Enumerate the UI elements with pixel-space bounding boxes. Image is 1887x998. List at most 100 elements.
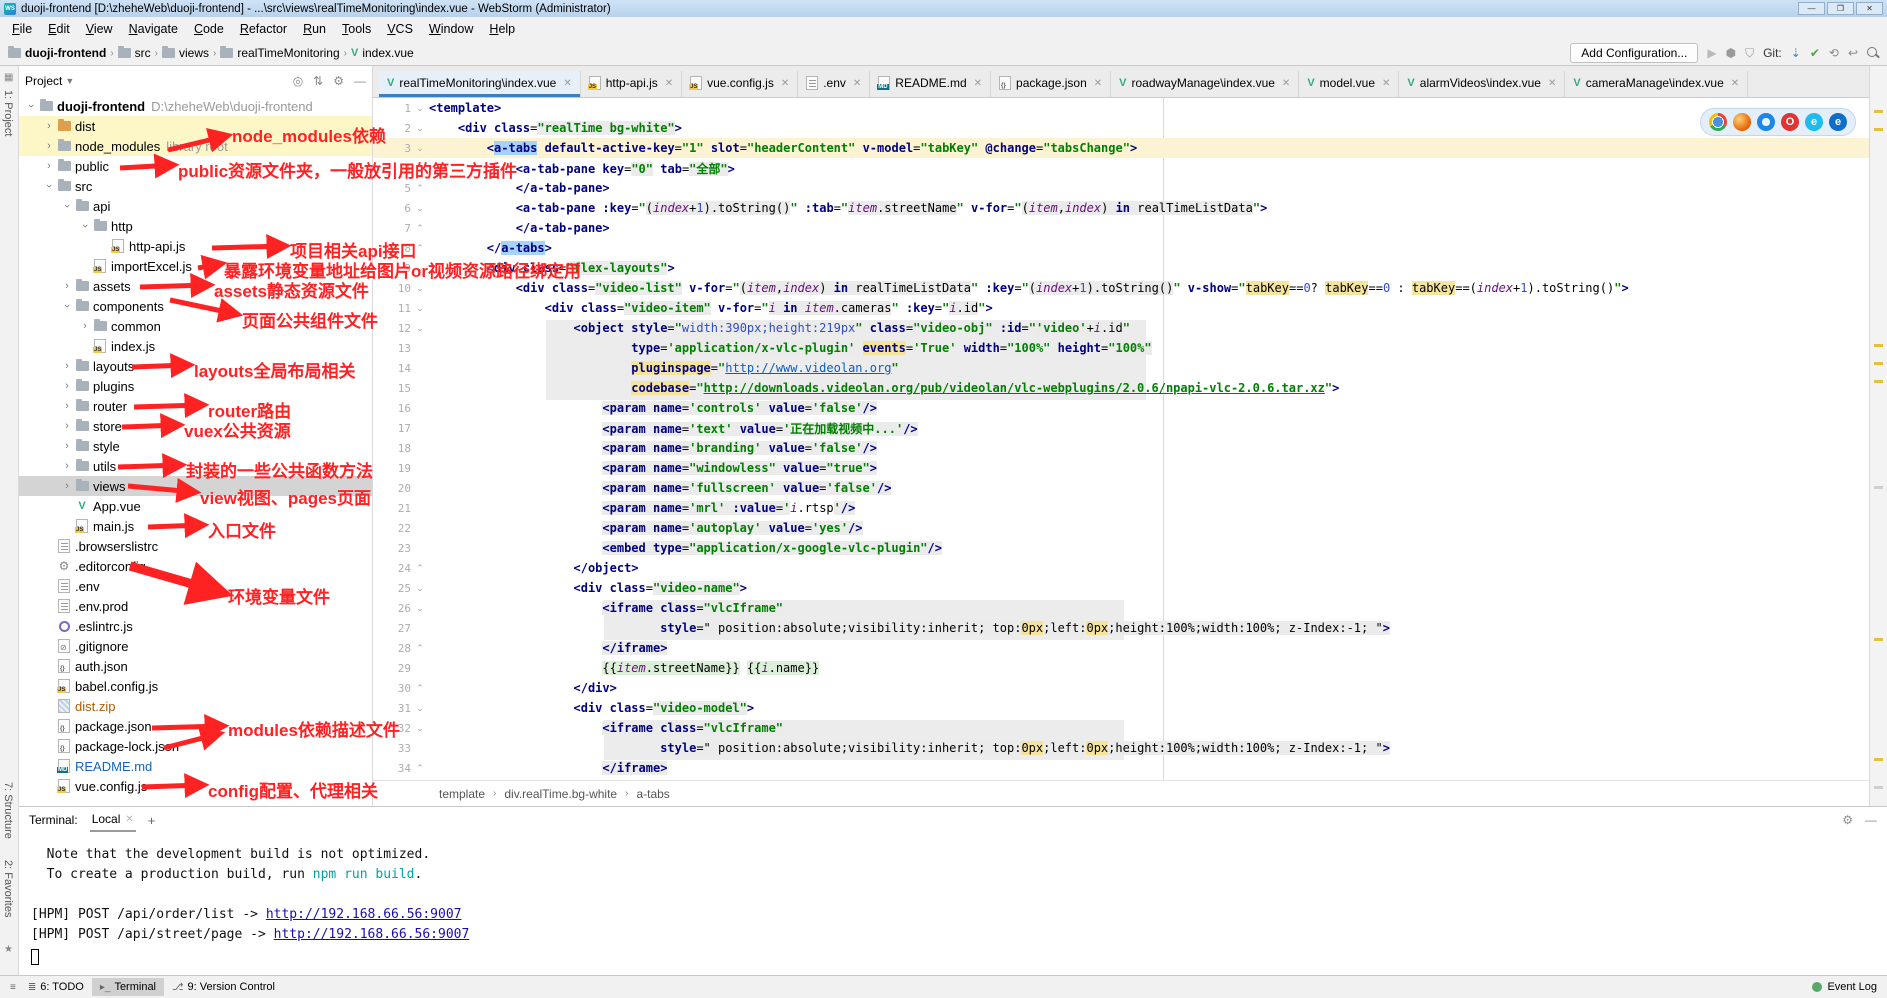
run-icon[interactable]: ▶ <box>1707 46 1716 60</box>
hide-icon[interactable]: — <box>354 74 366 88</box>
editor-tab[interactable]: VroadwayManage\index.vue✕ <box>1111 71 1299 97</box>
code-line[interactable]: 3⌄ <a-tabs default-active-key="1" slot="… <box>373 138 1869 158</box>
tool-button-project[interactable]: 1: Project <box>2 90 14 136</box>
code-line[interactable]: 31⌄ <div class="video-model"> <box>373 698 1869 718</box>
fold-marker[interactable]: ⌃ <box>411 183 429 194</box>
editor-tab[interactable]: ValarmVideos\index.vue✕ <box>1399 71 1565 97</box>
close-icon[interactable]: ✕ <box>1548 78 1556 89</box>
fold-marker[interactable]: ⌄ <box>411 703 429 714</box>
breadcrumb-item[interactable]: src <box>118 46 151 60</box>
terminal-tab-local[interactable]: Local ✕ <box>90 808 136 832</box>
fold-marker[interactable]: ⌃ <box>411 643 429 654</box>
tree-item-store[interactable]: ›store <box>19 416 372 436</box>
fold-marker[interactable]: ⌄ <box>411 123 429 134</box>
tree-item-gitignore[interactable]: .gitignore <box>19 636 372 656</box>
git-history-icon[interactable]: ⟲ <box>1829 46 1839 60</box>
code-line[interactable]: 17 <param name='text' value='正在加载视频中...'… <box>373 418 1869 438</box>
code-line[interactable]: 33 style=" position:absolute;visibility:… <box>373 738 1869 758</box>
close-button[interactable]: ✕ <box>1856 2 1883 15</box>
code-line[interactable]: 12⌄ <object style="width:390px;height:21… <box>373 318 1869 338</box>
code-line[interactable]: 18 <param name='branding' value='false'/… <box>373 438 1869 458</box>
menu-edit[interactable]: Edit <box>40 19 78 39</box>
tree-item-http[interactable]: ›http <box>19 216 372 236</box>
tree-item-api[interactable]: ›api <box>19 196 372 216</box>
event-log-button[interactable]: Event Log <box>1812 981 1877 993</box>
code-line[interactable]: 13 type='application/x-vlc-plugin' event… <box>373 338 1869 358</box>
code-line[interactable]: 28⌃ </iframe> <box>373 638 1869 658</box>
tool-button-favorites[interactable]: 2: Favorites <box>2 860 14 917</box>
code-line[interactable]: 16 <param name='controls' value='false'/… <box>373 398 1869 418</box>
breadcrumb-item[interactable]: realTimeMonitoring <box>220 46 339 60</box>
close-icon[interactable]: ✕ <box>125 814 133 825</box>
fold-marker[interactable]: ⌃ <box>411 763 429 774</box>
code-line[interactable]: 8⌃ </a-tabs> <box>373 238 1869 258</box>
firefox-icon[interactable] <box>1733 113 1751 131</box>
editor-breadcrumb[interactable]: template›div.realTime.bg-white›a-tabs <box>373 780 1869 806</box>
close-icon[interactable]: ✕ <box>1731 78 1739 89</box>
fold-marker[interactable]: ⌄ <box>411 303 429 314</box>
safari-icon[interactable] <box>1757 113 1775 131</box>
menu-window[interactable]: Window <box>421 19 481 39</box>
git-rollback-icon[interactable]: ↩ <box>1848 46 1858 60</box>
chevron-icon[interactable]: › <box>61 200 73 212</box>
code-line[interactable]: 26⌄ <iframe class="vlcIframe" <box>373 598 1869 618</box>
terminal-output[interactable]: Note that the development build is not o… <box>19 833 1887 975</box>
tree-item-browserslistrc[interactable]: .browserslistrc <box>19 536 372 556</box>
tree-item-nodemodules[interactable]: ›node_moduleslibrary root <box>19 136 372 156</box>
chevron-icon[interactable]: › <box>43 160 55 172</box>
chevron-icon[interactable]: › <box>61 460 73 472</box>
add-configuration-button[interactable]: Add Configuration... <box>1570 43 1698 63</box>
chevron-icon[interactable]: › <box>61 380 73 392</box>
chevron-icon[interactable]: › <box>43 140 55 152</box>
code-line[interactable]: 14 pluginspage="http://www.videolan.org" <box>373 358 1869 378</box>
tree-item-dist[interactable]: ›dist <box>19 116 372 136</box>
tree-item-babelconfigjs[interactable]: babel.config.js <box>19 676 372 696</box>
close-icon[interactable]: ✕ <box>781 78 789 89</box>
editor-tab[interactable]: .env✕ <box>798 71 870 97</box>
breadcrumb-item[interactable]: duoji-frontend <box>8 46 106 60</box>
project-header[interactable]: Project ▼ ◎ ⇅ ⚙ — <box>19 66 372 96</box>
tree-item-utils[interactable]: ›utils <box>19 456 372 476</box>
tree-item-packagejson[interactable]: package.json <box>19 716 372 736</box>
fold-marker[interactable]: ⌄ <box>411 143 429 154</box>
tree-item-env[interactable]: .env <box>19 576 372 596</box>
code-line[interactable]: 7⌃ </a-tab-pane> <box>373 218 1869 238</box>
tree-item-views[interactable]: ›views <box>19 476 372 496</box>
tree-item-components[interactable]: ›components <box>19 296 372 316</box>
tree-item-plugins[interactable]: ›plugins <box>19 376 372 396</box>
tree-item-public[interactable]: ›public <box>19 156 372 176</box>
statusbar-terminal[interactable]: ▸_Terminal <box>92 978 164 996</box>
chrome-icon[interactable] <box>1709 113 1727 131</box>
fold-marker[interactable]: ⌄ <box>411 603 429 614</box>
menu-navigate[interactable]: Navigate <box>121 19 186 39</box>
chevron-icon[interactable]: › <box>25 100 37 112</box>
hamburger-icon[interactable]: ≡ <box>10 982 16 993</box>
code-line[interactable]: 25⌄ <div class="video-name"> <box>373 578 1869 598</box>
tree-item-packagelockjson[interactable]: package-lock.json <box>19 736 372 756</box>
chevron-icon[interactable]: › <box>61 360 73 372</box>
tree-item-common[interactable]: ›common <box>19 316 372 336</box>
editor-tab[interactable]: Vmodel.vue✕ <box>1299 71 1399 97</box>
fold-marker[interactable]: ⌄ <box>411 263 429 274</box>
breadcrumb-item[interactable]: Vindex.vue <box>351 46 414 60</box>
code-line[interactable]: 2⌄ <div class="realTime bg-white"> <box>373 118 1869 138</box>
debug-icon[interactable]: ⬢ <box>1726 46 1736 60</box>
editor-tab[interactable]: VcameraManage\index.vue✕ <box>1565 71 1748 97</box>
menu-tools[interactable]: Tools <box>334 19 379 39</box>
minimize-button[interactable]: — <box>1798 2 1825 15</box>
gear-icon[interactable]: ⚙ <box>333 74 344 88</box>
edge-icon[interactable]: e <box>1829 113 1847 131</box>
chevron-icon[interactable]: › <box>43 120 55 132</box>
collapse-all-icon[interactable]: ⇅ <box>313 74 323 88</box>
code-line[interactable]: 5⌃ </a-tab-pane> <box>373 178 1869 198</box>
menu-run[interactable]: Run <box>295 19 334 39</box>
chevron-icon[interactable]: › <box>61 420 73 432</box>
git-commit-icon[interactable]: ✔ <box>1810 46 1820 60</box>
fold-marker[interactable]: ⌄ <box>411 283 429 294</box>
tree-item-authjson[interactable]: auth.json <box>19 656 372 676</box>
locate-file-icon[interactable]: ◎ <box>293 74 303 88</box>
gear-icon[interactable]: ⚙ <box>1842 813 1853 827</box>
code-line[interactable]: 10⌄ <div class="video-list" v-for="(item… <box>373 278 1869 298</box>
code-line[interactable]: 23 <embed type="application/x-google-vlc… <box>373 538 1869 558</box>
code-line[interactable]: 30⌃ </div> <box>373 678 1869 698</box>
